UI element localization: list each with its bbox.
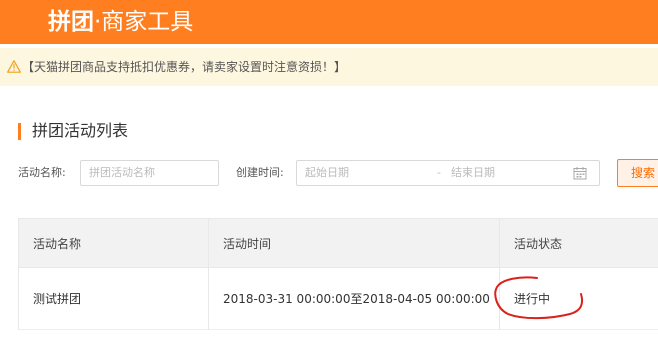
table-divider	[18, 218, 19, 330]
cell-activity-name: 测试拼团	[33, 292, 82, 306]
table-header: 活动名称 活动时间 活动状态	[18, 218, 658, 268]
table-divider	[208, 218, 209, 330]
brand-strong-text: 拼团	[48, 9, 94, 35]
activity-name-input[interactable]: 拼团活动名称	[80, 160, 219, 186]
create-time-label: 创建时间:	[236, 166, 284, 179]
brand-title: 拼团·商家工具	[48, 4, 193, 40]
column-header-time: 活动时间	[223, 236, 272, 251]
calendar-icon[interactable]	[573, 166, 587, 180]
start-date-placeholder: 起始日期	[305, 166, 349, 179]
table-row[interactable]: 测试拼团 2018-03-31 00:00:00至2018-04-05 00:0…	[18, 268, 658, 330]
date-range-picker[interactable]: 起始日期 - 结束日期	[296, 160, 600, 186]
table-divider	[499, 218, 500, 330]
column-header-name: 活动名称	[33, 236, 82, 251]
notice-bar: 【天猫拼团商品支持抵扣优惠券，请卖家设置时注意资损！】	[0, 48, 658, 86]
column-header-status: 活动状态	[514, 236, 563, 251]
cell-activity-time: 2018-03-31 00:00:00至2018-04-05 00:00:00	[223, 292, 490, 306]
search-button[interactable]: 搜索	[617, 159, 658, 187]
brand-sub-text: ·商家工具	[94, 9, 194, 35]
activity-name-label: 活动名称:	[18, 166, 66, 179]
page-title: 拼团活动列表	[32, 121, 129, 140]
heading-accent-bar	[18, 123, 21, 140]
date-separator: -	[437, 166, 441, 179]
notice-text: 【天猫拼团商品支持抵扣优惠券，请卖家设置时注意资损！】	[22, 60, 347, 74]
search-button-label: 搜索	[631, 166, 656, 180]
top-header: 拼团·商家工具	[0, 0, 658, 44]
warning-triangle-icon	[7, 60, 21, 73]
cell-activity-status: 进行中	[514, 292, 551, 306]
filter-bar: 活动名称: 拼团活动名称 创建时间: 起始日期 - 结束日期 搜索	[0, 158, 658, 190]
activity-name-placeholder: 拼团活动名称	[89, 166, 155, 179]
end-date-placeholder: 结束日期	[451, 166, 495, 179]
